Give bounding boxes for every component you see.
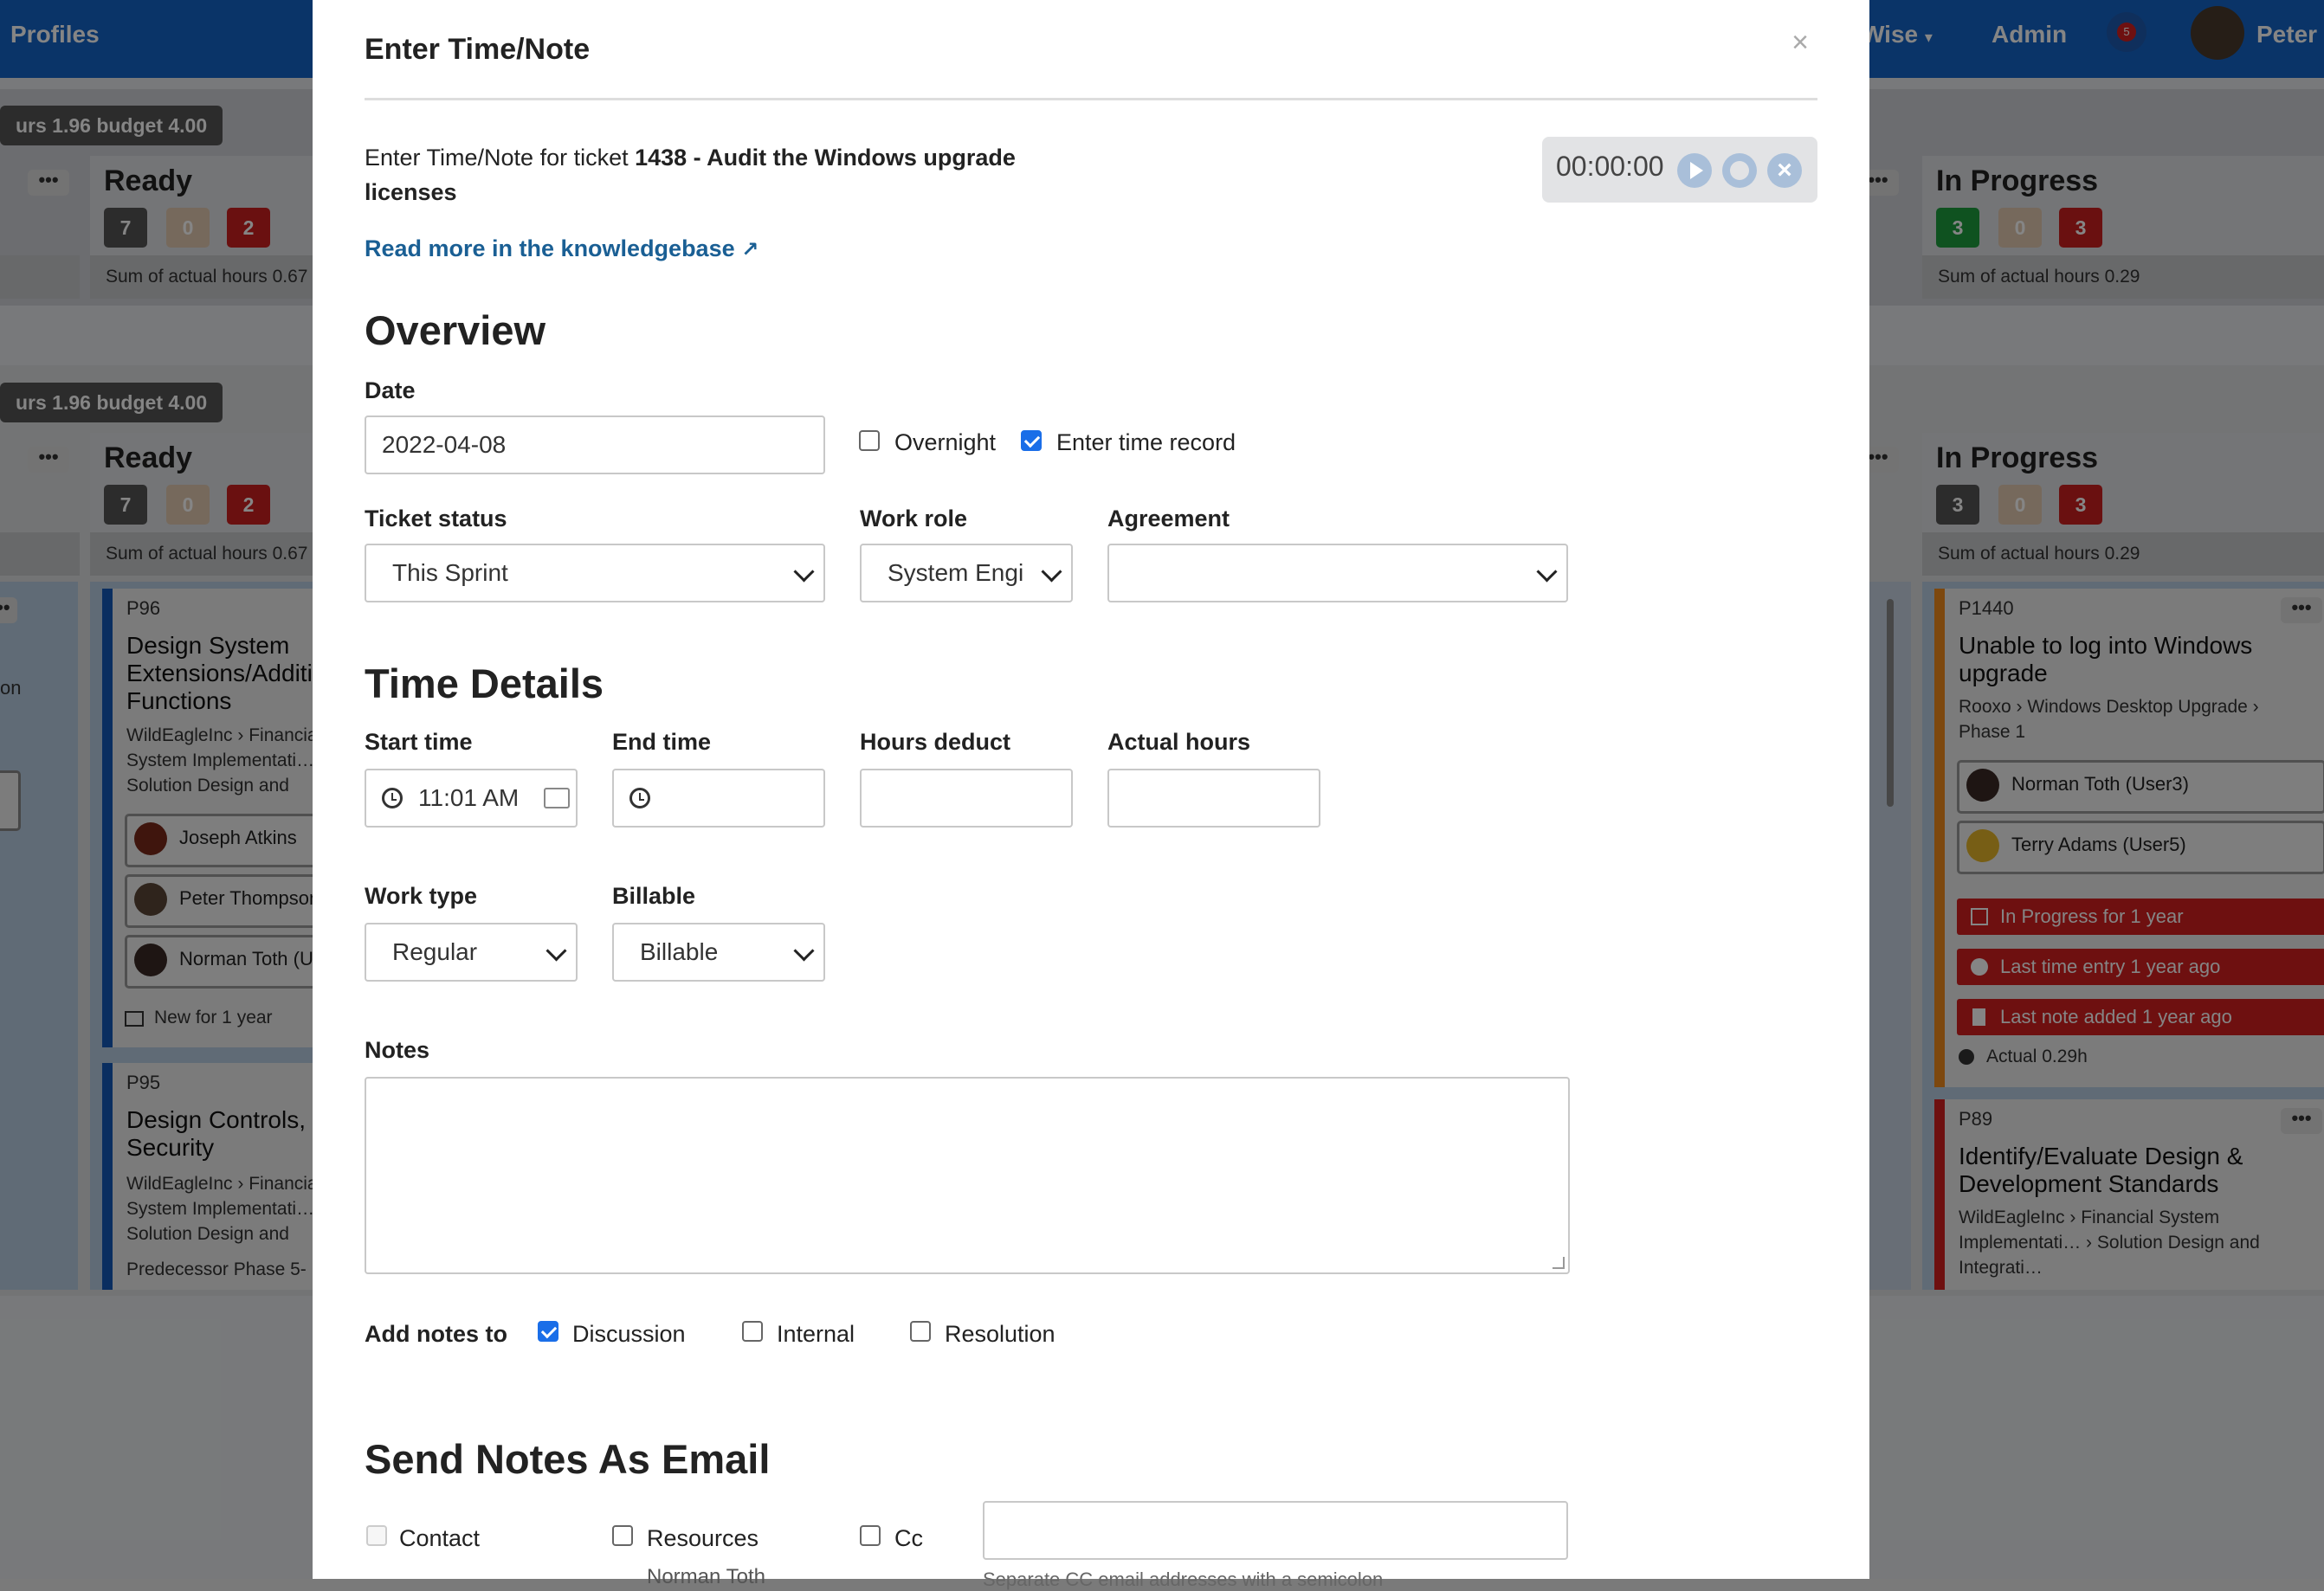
enter-time-note-modal: Enter Time/Note × Enter Time/Note for ti… bbox=[313, 0, 1869, 1590]
agreement-select[interactable] bbox=[1107, 544, 1568, 602]
clock-icon bbox=[382, 788, 403, 808]
overview-heading: Overview bbox=[365, 307, 546, 353]
chevron-down-icon bbox=[1536, 561, 1558, 583]
play-icon[interactable] bbox=[1677, 153, 1712, 188]
play-triangle bbox=[1690, 162, 1703, 179]
ticket-status-select[interactable]: This Sprint bbox=[365, 544, 825, 602]
hours-deduct-input[interactable] bbox=[860, 769, 1073, 828]
start-time-input[interactable]: 11:01 AM bbox=[365, 769, 578, 828]
modal-title: Enter Time/Note bbox=[365, 33, 591, 66]
contact-label: Contact bbox=[399, 1525, 481, 1551]
chevron-down-icon bbox=[1041, 561, 1062, 583]
resources-checkbox[interactable] bbox=[612, 1525, 633, 1546]
hours-deduct-label: Hours deduct bbox=[860, 729, 1011, 755]
internal-label: Internal bbox=[777, 1321, 855, 1347]
timer-display: 00:00:00 bbox=[1556, 151, 1664, 182]
modal-divider bbox=[365, 98, 1817, 100]
work-type-label: Work type bbox=[365, 883, 478, 909]
work-type-select[interactable]: Regular bbox=[365, 923, 578, 982]
billable-select[interactable]: Billable bbox=[612, 923, 825, 982]
ticket-name-line2: licenses bbox=[365, 179, 457, 205]
notes-textarea[interactable] bbox=[365, 1077, 1570, 1274]
chevron-down-icon bbox=[793, 940, 815, 962]
cancel-timer-icon[interactable]: × bbox=[1767, 153, 1802, 188]
clock-icon bbox=[629, 788, 650, 808]
date-input[interactable]: 2022-04-08 bbox=[365, 415, 825, 474]
cancel-x: × bbox=[1777, 156, 1792, 184]
start-time-label: Start time bbox=[365, 729, 473, 755]
work-type-value: Regular bbox=[392, 938, 478, 965]
end-time-input[interactable] bbox=[612, 769, 825, 828]
billable-label: Billable bbox=[612, 883, 696, 909]
ticket-name: 1438 - Audit the Windows upgrade bbox=[635, 145, 1016, 171]
discussion-label: Discussion bbox=[572, 1321, 686, 1347]
enter-time-record-checkbox[interactable] bbox=[1021, 430, 1042, 451]
ticket-status-label: Ticket status bbox=[365, 506, 507, 531]
cc-label: Cc bbox=[894, 1525, 923, 1551]
overnight-checkbox[interactable] bbox=[859, 430, 880, 451]
actual-hours-label: Actual hours bbox=[1107, 729, 1251, 755]
work-role-label: Work role bbox=[860, 506, 968, 531]
close-icon[interactable]: × bbox=[1791, 26, 1809, 60]
send-notes-email-heading: Send Notes As Email bbox=[365, 1436, 771, 1482]
enter-time-record-label: Enter time record bbox=[1056, 429, 1236, 455]
work-role-value: System Engi bbox=[888, 559, 1024, 586]
chevron-down-icon bbox=[545, 940, 567, 962]
notes-label: Notes bbox=[365, 1037, 430, 1063]
time-details-heading: Time Details bbox=[365, 660, 604, 706]
internal-checkbox[interactable] bbox=[742, 1321, 763, 1342]
knowledgebase-link[interactable]: Read more in the knowledgebase ↗ bbox=[365, 235, 759, 262]
ticket-status-value: This Sprint bbox=[392, 559, 508, 586]
discussion-checkbox[interactable] bbox=[538, 1321, 558, 1342]
date-label: Date bbox=[365, 377, 416, 403]
contact-checkbox[interactable] bbox=[366, 1525, 387, 1546]
ticket-intro-prefix: Enter Time/Note for ticket bbox=[365, 145, 636, 171]
resolution-label: Resolution bbox=[945, 1321, 1055, 1347]
chevron-down-icon bbox=[793, 561, 815, 583]
ticket-intro: Enter Time/Note for ticket 1438 - Audit … bbox=[365, 140, 1144, 209]
cc-email-input[interactable] bbox=[983, 1501, 1568, 1560]
billable-value: Billable bbox=[640, 938, 719, 965]
cc-hint: Separate CC email addresses with a semic… bbox=[983, 1568, 1384, 1590]
actual-hours-input[interactable] bbox=[1107, 769, 1320, 828]
stop-dot bbox=[1730, 161, 1749, 180]
date-value: 2022-04-08 bbox=[382, 431, 507, 458]
end-time-label: End time bbox=[612, 729, 712, 755]
agreement-label: Agreement bbox=[1107, 506, 1230, 531]
knowledgebase-link-text: Read more in the knowledgebase bbox=[365, 235, 735, 261]
resolution-checkbox[interactable] bbox=[910, 1321, 931, 1342]
stop-icon[interactable] bbox=[1722, 153, 1757, 188]
external-link-icon: ↗ bbox=[741, 238, 759, 261]
start-time-value: 11:01 AM bbox=[418, 784, 520, 811]
timer-widget: 00:00:00 × bbox=[1542, 137, 1817, 203]
contact-card-icon[interactable] bbox=[544, 788, 570, 808]
resources-label: Resources bbox=[647, 1525, 759, 1551]
work-role-select[interactable]: System Engi bbox=[860, 544, 1073, 602]
resize-handle-icon[interactable] bbox=[1553, 1257, 1565, 1269]
overnight-label: Overnight bbox=[894, 429, 997, 455]
add-notes-to-label: Add notes to bbox=[365, 1321, 507, 1347]
resources-sub-name: Norman Toth bbox=[647, 1565, 765, 1588]
cc-checkbox[interactable] bbox=[860, 1525, 881, 1546]
